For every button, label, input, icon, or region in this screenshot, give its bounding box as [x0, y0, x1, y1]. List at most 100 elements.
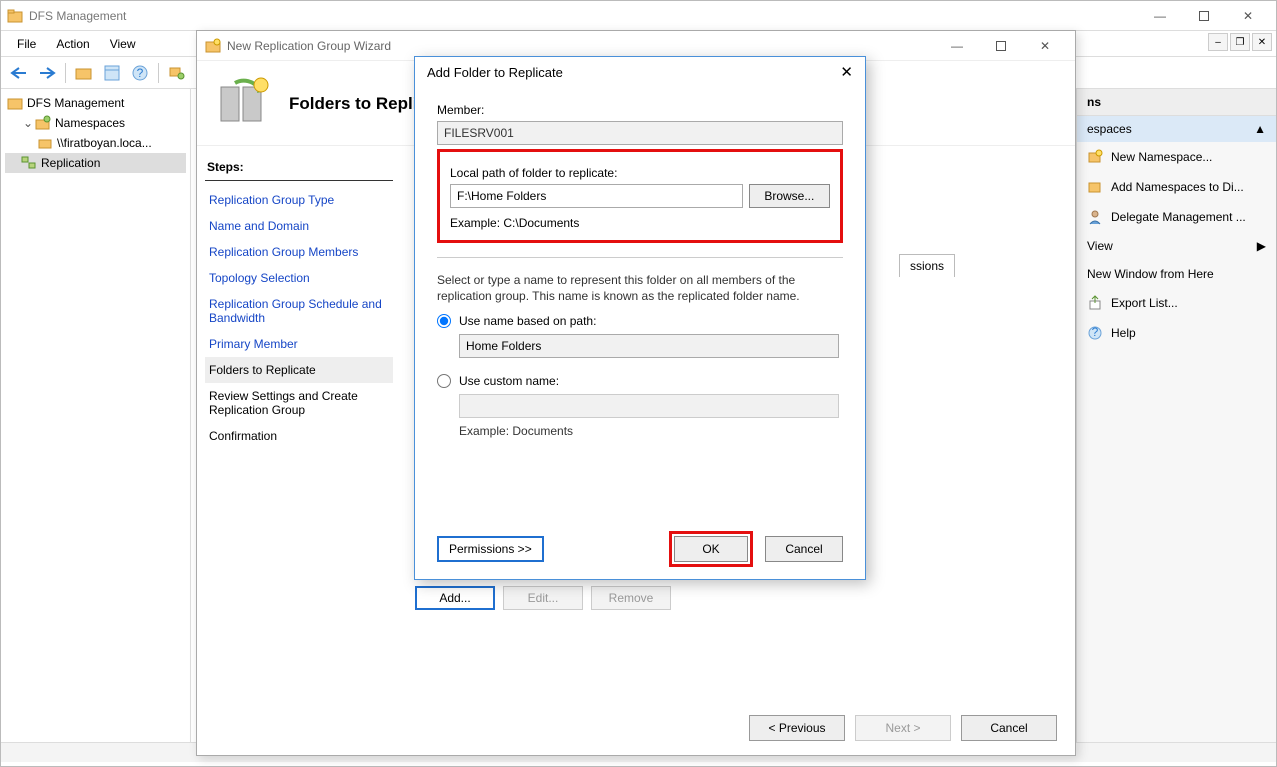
minimize-button[interactable] — [1138, 2, 1182, 30]
member-field — [437, 121, 843, 145]
mdi-restore-button[interactable]: ❐ — [1230, 33, 1250, 51]
action-delegate[interactable]: Delegate Management ... — [1077, 202, 1276, 232]
action-view[interactable]: View ▶ — [1077, 232, 1276, 260]
dialog-close-button[interactable]: ✕ — [823, 63, 853, 81]
path-highlight-box: Local path of folder to replicate: Brows… — [437, 149, 843, 243]
radio-custom[interactable]: Use custom name: — [437, 374, 843, 388]
close-button[interactable] — [1226, 2, 1270, 30]
tool-help-icon[interactable]: ? — [128, 61, 152, 85]
action-label: New Namespace... — [1111, 150, 1212, 164]
previous-button[interactable]: < Previous — [749, 715, 845, 741]
add-folder-dialog: Add Folder to Replicate ✕ Member: Local … — [414, 56, 866, 580]
custom-example: Example: Documents — [459, 424, 843, 438]
back-button[interactable] — [7, 61, 31, 85]
forward-button[interactable] — [35, 61, 59, 85]
add-button[interactable]: Add... — [415, 586, 495, 610]
action-label: Delegate Management ... — [1111, 210, 1246, 224]
edit-button: Edit... — [503, 586, 583, 610]
tool-folder-icon[interactable] — [72, 61, 96, 85]
namespace-item-icon — [37, 135, 53, 151]
mdi-min-button[interactable]: – — [1208, 33, 1228, 51]
actions-header: ns — [1077, 89, 1276, 116]
radio-use-path[interactable]: Use name based on path: — [437, 314, 843, 328]
radio-custom-input[interactable] — [437, 374, 451, 388]
name-based-input — [459, 334, 839, 358]
step-members[interactable]: Replication Group Members — [205, 239, 393, 265]
step-confirmation[interactable]: Confirmation — [205, 423, 393, 449]
tool-properties-icon[interactable] — [100, 61, 124, 85]
action-new-window[interactable]: New Window from Here — [1077, 260, 1276, 288]
svg-text:?: ? — [137, 66, 144, 80]
permissions-button[interactable]: Permissions >> — [437, 536, 544, 562]
action-new-namespace[interactable]: New Namespace... — [1077, 142, 1276, 172]
step-primary[interactable]: Primary Member — [205, 331, 393, 357]
chevron-right-icon: ▶ — [1257, 239, 1266, 253]
wizard-table-buttons: Add... Edit... Remove — [415, 586, 671, 610]
tree-replication[interactable]: Replication — [5, 153, 186, 173]
namespaces-icon — [35, 115, 51, 131]
help-icon: ? — [1087, 325, 1103, 341]
remove-button: Remove — [591, 586, 671, 610]
steps-label: Steps: — [205, 156, 393, 181]
tree-root[interactable]: DFS Management — [5, 93, 186, 113]
wizard-minimize-button[interactable]: — — [935, 32, 979, 60]
step-replication-type[interactable]: Replication Group Type — [205, 187, 393, 213]
radio-path-input[interactable] — [437, 314, 451, 328]
dfs-icon — [7, 8, 23, 24]
action-label: New Window from Here — [1087, 267, 1214, 281]
user-icon — [1087, 209, 1103, 225]
wizard-steps: Steps: Replication Group Type Name and D… — [197, 146, 397, 715]
dfs-icon — [7, 95, 23, 111]
step-name-domain[interactable]: Name and Domain — [205, 213, 393, 239]
dialog-title: Add Folder to Replicate — [427, 65, 823, 80]
wizard-icon — [205, 38, 221, 54]
main-titlebar: DFS Management — [1, 1, 1276, 31]
wizard-big-icon — [215, 75, 273, 133]
action-label: Export List... — [1111, 296, 1178, 310]
expand-icon[interactable]: ⌄ — [21, 116, 35, 130]
path-example: Example: C:\Documents — [450, 216, 830, 230]
next-button: Next > — [855, 715, 951, 741]
step-review[interactable]: Review Settings and Create Replication G… — [205, 383, 393, 423]
svg-text:?: ? — [1092, 325, 1099, 339]
tree-replication-label: Replication — [41, 156, 100, 170]
radio-custom-label: Use custom name: — [459, 374, 559, 388]
dialog-footer: Permissions >> OK Cancel — [437, 531, 843, 567]
tree-namespaces[interactable]: ⌄ Namespaces — [5, 113, 186, 133]
action-add-namespaces[interactable]: Add Namespaces to Di... — [1077, 172, 1276, 202]
step-topology[interactable]: Topology Selection — [205, 265, 393, 291]
wizard-maximize-button[interactable] — [979, 32, 1023, 60]
step-folders[interactable]: Folders to Replicate — [205, 357, 393, 383]
tree-pane: DFS Management ⌄ Namespaces \\firatboyan… — [1, 89, 191, 742]
collapse-icon[interactable]: ▲ — [1254, 122, 1266, 136]
menu-view[interactable]: View — [100, 33, 146, 55]
ok-button[interactable]: OK — [674, 536, 748, 562]
action-label: View — [1087, 239, 1113, 253]
action-label: Add Namespaces to Di... — [1111, 180, 1244, 194]
actions-sub[interactable]: espaces ▲ — [1077, 116, 1276, 142]
wizard-close-button[interactable]: ✕ — [1023, 32, 1067, 60]
step-schedule[interactable]: Replication Group Schedule and Bandwidth — [205, 291, 393, 331]
maximize-button[interactable] — [1182, 2, 1226, 30]
path-input[interactable] — [450, 184, 743, 208]
browse-button[interactable]: Browse... — [749, 184, 830, 208]
action-help[interactable]: ? Help — [1077, 318, 1276, 348]
action-export[interactable]: Export List... — [1077, 288, 1276, 318]
wizard-header-text: Folders to Repli — [289, 94, 417, 114]
dialog-cancel-button[interactable]: Cancel — [765, 536, 843, 562]
dialog-titlebar: Add Folder to Replicate ✕ — [415, 57, 865, 87]
action-label: Help — [1111, 326, 1136, 340]
tool-namespace-icon[interactable] — [165, 61, 189, 85]
dialog-description: Select or type a name to represent this … — [437, 272, 843, 304]
member-label: Member: — [437, 103, 843, 117]
wizard-cancel-button[interactable]: Cancel — [961, 715, 1057, 741]
tree-namespace-item[interactable]: \\firatboyan.loca... — [5, 133, 186, 153]
actions-pane: ns espaces ▲ New Namespace... Add Namesp… — [1076, 89, 1276, 742]
replication-icon — [21, 155, 37, 171]
tree-namespaces-label: Namespaces — [55, 116, 125, 130]
menu-action[interactable]: Action — [46, 33, 99, 55]
menu-file[interactable]: File — [7, 33, 46, 55]
mdi-close-button[interactable]: ✕ — [1252, 33, 1272, 51]
tree-ns-item-label: \\firatboyan.loca... — [57, 136, 152, 150]
wizard-title: New Replication Group Wizard — [227, 39, 935, 53]
